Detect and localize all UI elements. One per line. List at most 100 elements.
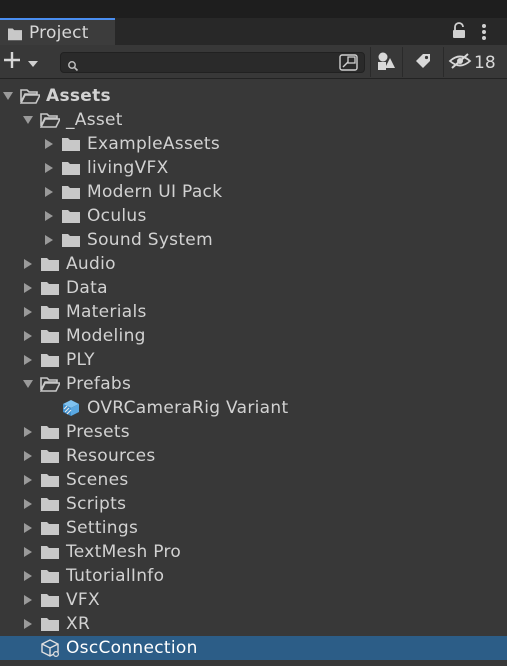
tree-item-label: PLY	[66, 350, 95, 370]
tree-item-label: OVRCameraRig Variant	[87, 398, 289, 418]
hidden-packages-button[interactable]: 18	[448, 50, 504, 76]
tree-item-textmesh-pro[interactable]: TextMesh Pro	[0, 540, 507, 564]
collapsed-arrow-icon[interactable]	[44, 163, 54, 173]
collapsed-arrow-icon[interactable]	[44, 235, 54, 245]
tree-item-label: TextMesh Pro	[66, 542, 182, 562]
window-top-strip	[0, 0, 507, 18]
collapsed-arrow-icon[interactable]	[44, 139, 54, 149]
collapsed-arrow-icon[interactable]	[23, 427, 33, 437]
folder-icon	[40, 543, 60, 561]
collapsed-arrow-icon[interactable]	[23, 259, 33, 269]
folder-icon	[40, 279, 60, 297]
tree-item-label: Modeling	[66, 326, 146, 346]
lock-icon[interactable]	[451, 22, 467, 40]
search-field[interactable]	[60, 52, 365, 73]
dropdown-arrow-icon	[28, 53, 38, 72]
folder-icon	[6, 26, 24, 40]
collapsed-arrow-icon[interactable]	[23, 475, 33, 485]
toolbar-separator	[370, 47, 371, 77]
tree-item-label: XR	[66, 614, 91, 634]
tree-item-scripts[interactable]: Scripts	[0, 492, 507, 516]
folder-icon	[40, 447, 60, 465]
collapsed-arrow-icon[interactable]	[23, 547, 33, 557]
tree-item-tutorial-info[interactable]: TutorialInfo	[0, 564, 507, 588]
collapsed-arrow-icon[interactable]	[23, 331, 33, 341]
folder-open-icon	[20, 87, 40, 105]
expanded-arrow-icon[interactable]	[23, 115, 33, 125]
tree-item-prefabs[interactable]: Prefabs	[0, 372, 507, 396]
tree-item-label: Materials	[66, 302, 147, 322]
tree-item-label: VFX	[66, 590, 100, 610]
folder-open-icon	[40, 375, 60, 393]
filter-by-label-button[interactable]	[406, 50, 440, 76]
tree-item-audio[interactable]: Audio	[0, 252, 507, 276]
plus-icon	[2, 50, 22, 74]
folder-icon	[40, 423, 60, 441]
folder-icon	[61, 135, 81, 153]
expanded-arrow-icon[interactable]	[23, 379, 33, 389]
kebab-menu-icon[interactable]	[477, 22, 491, 42]
tree-item-example-assets[interactable]: ExampleAssets	[0, 132, 507, 156]
collapsed-arrow-icon[interactable]	[23, 571, 33, 581]
folder-icon	[61, 207, 81, 225]
tree-item-ply[interactable]: PLY	[0, 348, 507, 372]
collapsed-arrow-icon[interactable]	[23, 499, 33, 509]
tree-item-living-vfx[interactable]: livingVFX	[0, 156, 507, 180]
collapsed-arrow-icon[interactable]	[23, 355, 33, 365]
toolbar-separator	[443, 47, 444, 77]
folder-icon	[40, 351, 60, 369]
filter-by-type-button[interactable]	[372, 50, 400, 76]
tree-item-label: livingVFX	[87, 158, 169, 178]
expanded-arrow-icon[interactable]	[3, 91, 13, 101]
tree-item-label: Prefabs	[66, 374, 132, 394]
create-button[interactable]	[2, 49, 44, 75]
tree-item-label: OscConnection	[66, 638, 198, 658]
toolbar-separator	[402, 47, 403, 77]
prefab-icon	[40, 639, 60, 658]
tree-item-label: Scripts	[66, 494, 127, 514]
collapsed-arrow-icon[interactable]	[23, 283, 33, 293]
project-toolbar: 18	[0, 45, 507, 79]
collapsed-arrow-icon[interactable]	[44, 211, 54, 221]
tree-item-label: Scenes	[66, 470, 129, 490]
tree-item-materials[interactable]: Materials	[0, 300, 507, 324]
tree-item-asset[interactable]: _Asset	[0, 108, 507, 132]
tree-item-assets[interactable]: Assets	[0, 84, 507, 108]
project-tree: Assets _Asset ExampleAssets livingVFX Mo…	[0, 84, 507, 660]
hidden-count: 18	[474, 53, 496, 73]
tree-item-vfx[interactable]: VFX	[0, 588, 507, 612]
collapsed-arrow-icon[interactable]	[23, 451, 33, 461]
tree-item-data[interactable]: Data	[0, 276, 507, 300]
prefab-variant-icon	[61, 399, 81, 417]
tree-item-sound-system[interactable]: Sound System	[0, 228, 507, 252]
folder-icon	[40, 303, 60, 321]
folder-open-icon	[40, 111, 60, 129]
collapsed-arrow-icon[interactable]	[23, 523, 33, 533]
tree-item-presets[interactable]: Presets	[0, 420, 507, 444]
tree-item-label: Data	[66, 278, 108, 298]
collapsed-arrow-icon[interactable]	[23, 307, 33, 317]
tab-project[interactable]: Project	[0, 18, 115, 45]
collapsed-arrow-icon[interactable]	[23, 619, 33, 629]
tree-item-settings[interactable]: Settings	[0, 516, 507, 540]
folder-icon	[40, 255, 60, 273]
tree-item-osc-connection[interactable]: OscConnection	[0, 636, 507, 660]
tree-item-label: Sound System	[87, 230, 213, 250]
search-input[interactable]	[83, 54, 332, 73]
search-by-type-icon[interactable]	[339, 54, 359, 71]
tab-bar: Project	[0, 18, 507, 45]
tree-item-ovr-camera-rig-variant[interactable]: OVRCameraRig Variant	[0, 396, 507, 420]
tree-item-xr[interactable]: XR	[0, 612, 507, 636]
tree-item-modeling[interactable]: Modeling	[0, 324, 507, 348]
tree-item-modern-ui-pack[interactable]: Modern UI Pack	[0, 180, 507, 204]
folder-icon	[40, 327, 60, 345]
collapsed-arrow-icon[interactable]	[44, 187, 54, 197]
tree-item-label: Resources	[66, 446, 156, 466]
tree-item-label: TutorialInfo	[66, 566, 165, 586]
tree-item-oculus[interactable]: Oculus	[0, 204, 507, 228]
tree-item-label: ExampleAssets	[87, 134, 220, 154]
tree-item-resources[interactable]: Resources	[0, 444, 507, 468]
tree-item-scenes[interactable]: Scenes	[0, 468, 507, 492]
folder-icon	[40, 519, 60, 537]
collapsed-arrow-icon[interactable]	[23, 595, 33, 605]
